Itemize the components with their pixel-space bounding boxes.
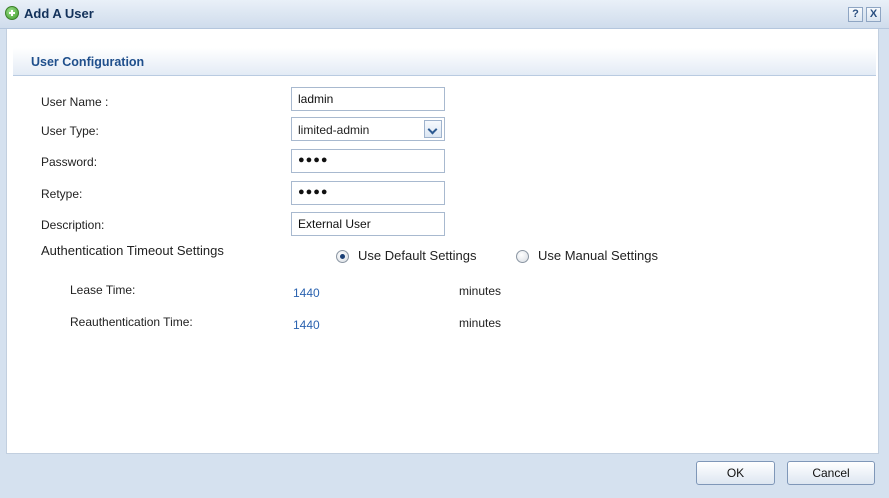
default-settings-radio[interactable] (336, 250, 349, 263)
user-name-label: User Name : (41, 95, 109, 109)
default-settings-label[interactable]: Use Default Settings (358, 248, 477, 263)
reauth-time-value: 1440 (293, 318, 320, 332)
dialog-content: User Configuration User Name : ladmin Us… (6, 29, 879, 454)
description-label: Description: (41, 218, 105, 232)
user-type-label: User Type: (41, 124, 99, 138)
retype-label: Retype: (41, 187, 83, 201)
manual-settings-radio[interactable] (516, 250, 529, 263)
reauth-time-unit: minutes (459, 316, 502, 330)
add-user-icon (5, 6, 19, 20)
lease-time-value: 1440 (293, 286, 320, 300)
ok-button[interactable]: OK (696, 461, 775, 485)
password-input[interactable]: ●●●● (291, 149, 445, 173)
password-label: Password: (41, 155, 98, 169)
manual-settings-label[interactable]: Use Manual Settings (538, 248, 658, 263)
dialog-title: Add A User (24, 6, 94, 21)
lease-time-unit: minutes (459, 284, 502, 298)
help-button[interactable]: ? (848, 7, 863, 22)
lease-time-label: Lease Time: (70, 283, 136, 297)
user-type-value: limited-admin (298, 123, 370, 137)
user-type-select[interactable]: limited-admin (291, 117, 445, 141)
user-name-input[interactable]: ladmin (291, 87, 445, 111)
auth-timeout-label: Authentication Timeout Settings (41, 243, 224, 258)
description-input[interactable]: External User (291, 212, 445, 236)
close-button[interactable]: X (866, 7, 881, 22)
retype-input[interactable]: ●●●● (291, 181, 445, 205)
chevron-down-icon[interactable] (424, 120, 442, 138)
reauth-time-label: Reauthentication Time: (70, 315, 193, 329)
cancel-button[interactable]: Cancel (787, 461, 875, 485)
section-header: User Configuration (13, 48, 876, 76)
title-bar: Add A User ? X (0, 0, 889, 29)
section-title: User Configuration (31, 55, 145, 69)
